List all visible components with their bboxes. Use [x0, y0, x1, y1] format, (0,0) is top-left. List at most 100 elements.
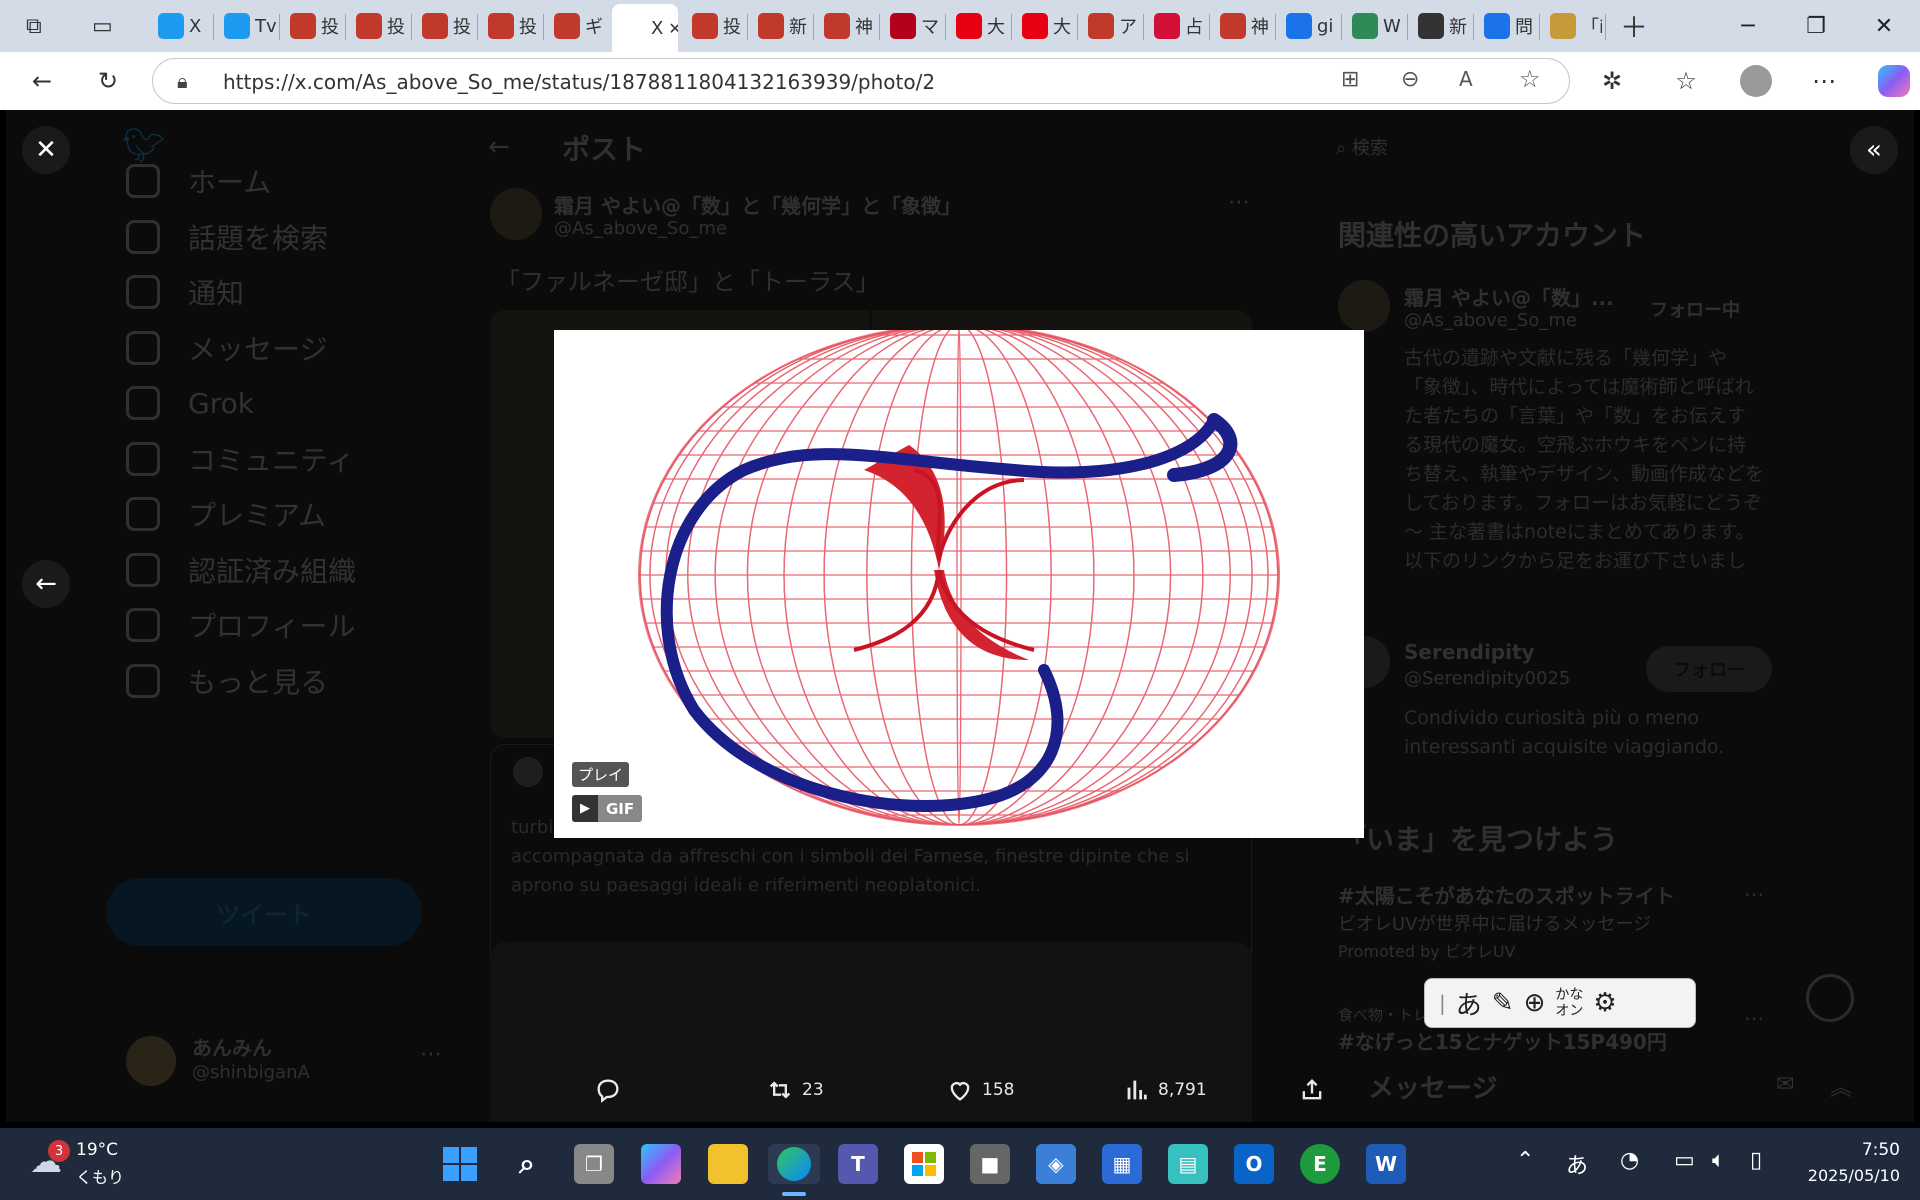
new-message-icon[interactable]: ✉: [1776, 1072, 1794, 1097]
post-more-icon[interactable]: ⋯: [1228, 190, 1250, 215]
trend-2-more-icon[interactable]: ⋯: [1744, 1006, 1764, 1030]
teams-button[interactable]: T: [838, 1144, 878, 1184]
zoom-out-icon[interactable]: ⊖: [1401, 67, 1419, 92]
weather-widget[interactable]: ☁ 3: [30, 1140, 70, 1182]
following-button[interactable]: フォロー中: [1650, 296, 1740, 322]
repost-button[interactable]: 23: [766, 1076, 824, 1104]
start-button[interactable]: [440, 1144, 480, 1184]
copilot-taskbar-button[interactable]: [641, 1144, 681, 1184]
browser-tab[interactable]: ギ: [546, 6, 606, 46]
related-name-1[interactable]: 霜月 やよい@「数」...: [1404, 282, 1614, 311]
browser-tab[interactable]: 問: [1476, 6, 1536, 46]
read-aloud-icon[interactable]: A: [1459, 67, 1473, 91]
extensions-button[interactable]: ✲: [1592, 61, 1632, 101]
refresh-button[interactable]: ↻: [88, 61, 128, 101]
outlook-button[interactable]: O: [1234, 1144, 1274, 1184]
ime-indicator[interactable]: あ: [1566, 1148, 1588, 1180]
sidebar-item[interactable]: プレミアム: [126, 489, 326, 539]
show-hidden-icons[interactable]: ⌃: [1516, 1148, 1534, 1173]
browser-tab[interactable]: 神: [816, 6, 876, 46]
restore-button[interactable]: ❐: [1788, 6, 1844, 46]
word-button[interactable]: W: [1366, 1144, 1406, 1184]
author-handle[interactable]: @As_above_So_me: [554, 218, 727, 239]
ime-settings-icon[interactable]: ⚙: [1593, 988, 1616, 1018]
ime-kana-toggle[interactable]: かな オン: [1555, 987, 1583, 1019]
app-button-4[interactable]: E: [1300, 1144, 1340, 1184]
task-view-button[interactable]: ❐: [574, 1144, 614, 1184]
minimize-button[interactable]: ─: [1720, 6, 1776, 46]
sidebar-item[interactable]: ホーム: [126, 156, 271, 206]
browser-tab[interactable]: 神: [1212, 6, 1272, 46]
browser-tab[interactable]: 大: [1014, 6, 1074, 46]
network-icon[interactable]: ▭: [1674, 1148, 1695, 1173]
browser-tab[interactable]: 占: [1146, 6, 1206, 46]
browser-tab[interactable]: 投: [480, 6, 540, 46]
settings-menu-button[interactable]: ⋯: [1804, 61, 1844, 101]
browser-tab[interactable]: 新: [1410, 6, 1470, 46]
follow-button[interactable]: フォロー: [1646, 646, 1772, 692]
browser-tab[interactable]: gi: [1278, 6, 1338, 46]
messages-drawer-title[interactable]: メッセージ: [1368, 1068, 1497, 1105]
views-button[interactable]: 8,791: [1122, 1076, 1207, 1104]
browser-tab[interactable]: 投: [414, 6, 474, 46]
sidebar-item[interactable]: もっと見る: [126, 656, 328, 706]
camera-app-button[interactable]: ■: [970, 1144, 1010, 1184]
weather-temp[interactable]: 19°C: [76, 1140, 118, 1160]
ime-drag-handle[interactable]: |: [1439, 991, 1446, 1015]
media-viewer-image[interactable]: [554, 324, 1364, 838]
sidebar-item[interactable]: プロフィール: [126, 600, 355, 650]
browser-tab[interactable]: 投: [684, 6, 744, 46]
browser-tab[interactable]: W: [1344, 6, 1404, 46]
clock-date[interactable]: 2025/05/10: [1780, 1166, 1900, 1185]
new-tab-button[interactable]: ＋: [1612, 6, 1652, 46]
trend-1[interactable]: #太陽こそがあなたのスポットライト: [1338, 880, 1675, 909]
browser-tab[interactable]: 「i: [1542, 6, 1602, 46]
trend-1-more-icon[interactable]: ⋯: [1744, 882, 1764, 906]
browser-tab[interactable]: X ✕: [612, 4, 678, 52]
sidebar-item[interactable]: コミュニティ: [126, 434, 354, 484]
trend-2[interactable]: #なげっと15とナゲット15P490円: [1338, 1026, 1667, 1055]
browser-tab[interactable]: 新: [750, 6, 810, 46]
browser-tab[interactable]: 大: [948, 6, 1008, 46]
browser-tab[interactable]: Tv: [216, 6, 276, 46]
sidebar-item[interactable]: メッセージ: [126, 323, 327, 373]
vertical-tabs-button[interactable]: ▭: [84, 6, 124, 46]
related-name-2[interactable]: Serendipity: [1404, 640, 1535, 664]
gif-badge[interactable]: ▶ GIF: [572, 795, 643, 822]
favorites-button[interactable]: ☆: [1666, 61, 1706, 101]
store-button[interactable]: [904, 1144, 944, 1184]
reply-button[interactable]: [594, 1076, 622, 1104]
previous-media-button[interactable]: ←: [22, 560, 70, 608]
close-window-button[interactable]: ✕: [1856, 6, 1912, 46]
favorite-star-icon[interactable]: ☆: [1519, 65, 1541, 93]
browser-tab[interactable]: X: [150, 6, 210, 46]
battery-icon[interactable]: ▯: [1750, 1148, 1762, 1173]
browser-tab[interactable]: マ: [882, 6, 942, 46]
search-button[interactable]: ⌕: [507, 1144, 547, 1184]
tab-close-icon[interactable]: ✕: [668, 19, 678, 38]
related-avatar-1[interactable]: [1338, 280, 1390, 332]
weather-desc[interactable]: くもり: [76, 1164, 124, 1188]
copilot-button[interactable]: [1874, 61, 1914, 101]
share-button[interactable]: [1298, 1076, 1326, 1104]
app-available-icon[interactable]: ⊞: [1341, 67, 1359, 92]
back-arrow-icon[interactable]: ←: [488, 132, 510, 162]
app-button-1[interactable]: ◈: [1036, 1144, 1076, 1184]
browser-tab[interactable]: 投: [282, 6, 342, 46]
expand-drawer-icon[interactable]: ︽: [1830, 1070, 1852, 1102]
back-button[interactable]: ←: [22, 61, 62, 101]
edge-button[interactable]: [768, 1144, 820, 1184]
account-more-icon[interactable]: ⋯: [420, 1042, 442, 1067]
profile-button[interactable]: [1736, 61, 1776, 101]
tweet-button[interactable]: ツイート: [106, 878, 422, 946]
sidebar-item[interactable]: Grok: [126, 378, 254, 428]
gif-play-label[interactable]: プレイ: [572, 762, 630, 787]
workspaces-button[interactable]: ⧉: [18, 6, 58, 46]
grok-icon[interactable]: [1806, 974, 1854, 1022]
browser-tab[interactable]: ア: [1080, 6, 1140, 46]
sidebar-item[interactable]: 通知: [126, 267, 244, 317]
clock-time[interactable]: 7:50: [1800, 1140, 1900, 1160]
account-avatar[interactable]: [126, 1036, 176, 1086]
sidebar-item[interactable]: 話題を検索: [126, 212, 328, 262]
sidebar-item[interactable]: 認証済み組織: [126, 545, 356, 595]
